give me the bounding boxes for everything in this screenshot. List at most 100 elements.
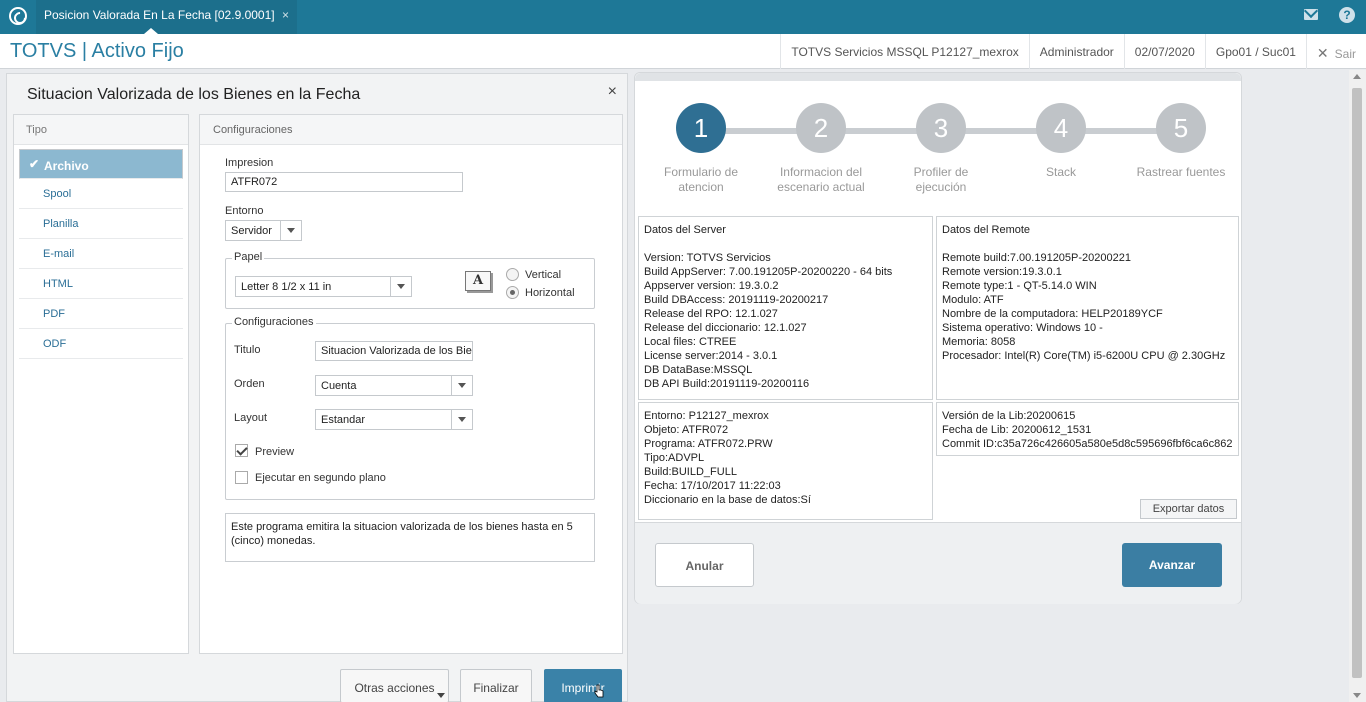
configuraciones-group: Configuraciones Titulo Situacion Valoriz… bbox=[225, 316, 595, 500]
tipo-panel: Tipo ✔ Archivo Spool Planilla E-mail HTM… bbox=[13, 114, 189, 654]
env-line: Entorno: P12127_mexrox bbox=[644, 410, 769, 422]
otras-acciones-label: Otras acciones bbox=[354, 681, 435, 695]
otras-acciones-button[interactable]: Otras acciones bbox=[340, 669, 449, 702]
scroll-up-icon[interactable] bbox=[1353, 74, 1361, 79]
papel-value: Letter 8 1/2 x 11 in bbox=[241, 281, 332, 293]
exit-button[interactable]: ✕ Sair bbox=[1305, 34, 1366, 69]
anular-button[interactable]: Anular bbox=[655, 543, 754, 587]
remote-line: Remote build:7.00.191205P-20200221 bbox=[942, 252, 1131, 264]
remote-box-title: Datos del Remote bbox=[942, 224, 1031, 236]
impresion-input[interactable]: ATFR072 bbox=[225, 172, 463, 192]
totvs-logo-icon[interactable] bbox=[9, 7, 27, 25]
background-checkbox[interactable] bbox=[235, 471, 248, 484]
tipo-item-archivo[interactable]: ✔ Archivo bbox=[19, 149, 183, 179]
orden-select[interactable]: Cuenta bbox=[315, 375, 473, 396]
server-line: Build DBAccess: 20191119-20200217 bbox=[644, 294, 829, 306]
tipo-item-email[interactable]: E-mail bbox=[19, 239, 183, 269]
scroll-thumb[interactable] bbox=[1352, 88, 1362, 678]
titulo-input[interactable]: Situacion Valorizada de los Bienes bbox=[315, 341, 473, 361]
preview-label: Preview bbox=[255, 446, 295, 458]
check-icon: ✔ bbox=[29, 157, 40, 171]
server-line: DB DataBase:MSSQL bbox=[644, 364, 753, 376]
print-dialog: Situacion Valorizada de los Bienes en la… bbox=[6, 73, 628, 702]
horizontal-label: Horizontal bbox=[525, 287, 575, 299]
step-3[interactable]: 3 bbox=[916, 103, 966, 153]
preview-checkbox[interactable] bbox=[235, 444, 248, 457]
imprimir-button[interactable]: Imprimir bbox=[544, 669, 622, 702]
help-icon[interactable]: ? bbox=[1339, 7, 1355, 23]
system-date[interactable]: 02/07/2020 bbox=[1123, 34, 1205, 69]
tipo-item-odf[interactable]: ODF bbox=[19, 329, 183, 359]
server-line: Local files: CTREE bbox=[644, 336, 737, 348]
server-info[interactable]: TOTVS Servicios MSSQL P12127_mexrox bbox=[780, 34, 1028, 69]
horizontal-radio[interactable] bbox=[506, 286, 519, 299]
orden-label: Orden bbox=[234, 378, 265, 390]
tipo-item-html[interactable]: HTML bbox=[19, 269, 183, 299]
step-2-label: Informacion del escenario actual bbox=[777, 165, 865, 194]
chevron-down-icon bbox=[280, 221, 301, 240]
tab-title: Posicion Valorada En La Fecha [02.9.0001… bbox=[44, 8, 275, 22]
environment-box: Entorno: P12127_mexrox Objeto: ATFR072 P… bbox=[638, 402, 933, 520]
step-1-label: Formulario de atencion bbox=[663, 165, 739, 194]
orden-value: Cuenta bbox=[321, 380, 357, 392]
env-line: Objeto: ATFR072 bbox=[644, 424, 729, 436]
server-line: Appserver version: 19.3.0.2 bbox=[644, 280, 779, 292]
env-line: Diccionario en la base de datos:Sí bbox=[644, 494, 811, 506]
remote-line: Procesador: Intel(R) Core(TM) i5-6200U C… bbox=[942, 350, 1226, 362]
tipo-item-planilla[interactable]: Planilla bbox=[19, 209, 183, 239]
tipo-item-spool[interactable]: Spool bbox=[19, 179, 183, 209]
avanzar-button[interactable]: Avanzar bbox=[1122, 543, 1222, 587]
server-line: License server:2014 - 3.0.1 bbox=[644, 350, 778, 362]
server-box-title: Datos del Server bbox=[644, 224, 726, 236]
page-scrollbar[interactable] bbox=[1349, 70, 1366, 702]
panel-top-stripe bbox=[635, 73, 1241, 81]
chevron-down-icon bbox=[390, 277, 411, 296]
step-3-label: Profiler de ejecución bbox=[913, 165, 969, 194]
finalizar-button[interactable]: Finalizar bbox=[460, 669, 532, 702]
app-title: TOTVS | Activo Fijo bbox=[10, 40, 184, 62]
server-line: Build AppServer: 7.00.191205P-20200220 -… bbox=[644, 266, 893, 278]
dialog-title: Situacion Valorizada de los Bienes en la… bbox=[27, 86, 361, 103]
chevron-down-icon bbox=[437, 693, 445, 698]
step-4[interactable]: 4 bbox=[1036, 103, 1086, 153]
program-description: Este programa emitira la situacion valor… bbox=[225, 513, 595, 562]
tipo-item-pdf[interactable]: PDF bbox=[19, 299, 183, 329]
step-2[interactable]: 2 bbox=[796, 103, 846, 153]
wizard-footer: Anular Avanzar bbox=[635, 522, 1241, 604]
hand-cursor-icon bbox=[594, 684, 604, 698]
layout-value: Estandar bbox=[321, 414, 366, 426]
scroll-down-icon[interactable] bbox=[1353, 693, 1361, 698]
close-icon: ✕ bbox=[1316, 45, 1329, 61]
exit-label: Sair bbox=[1334, 47, 1356, 61]
env-line: Tipo:ADVPL bbox=[644, 452, 705, 464]
chevron-down-icon bbox=[451, 410, 472, 429]
export-data-button[interactable]: Exportar datos bbox=[1140, 499, 1237, 519]
env-line: Programa: ATFR072.PRW bbox=[644, 438, 773, 450]
lib-line: Fecha de Lib: 20200612_1531 bbox=[942, 424, 1092, 436]
step-1[interactable]: 1 bbox=[676, 103, 726, 153]
dialog-close-icon[interactable]: × bbox=[608, 83, 617, 101]
lib-line: Commit ID:c35a726c426605a580e5d8c595696f… bbox=[942, 438, 1233, 450]
layout-select[interactable]: Estandar bbox=[315, 409, 473, 430]
step-5[interactable]: 5 bbox=[1156, 103, 1206, 153]
vertical-radio[interactable] bbox=[506, 268, 519, 281]
user-name[interactable]: Administrador bbox=[1028, 34, 1124, 69]
remote-line: Memoria: 8058 bbox=[942, 336, 1016, 348]
remote-line: Nombre de la computadora: HELP20189YCF bbox=[942, 308, 1163, 320]
tab-close-icon[interactable]: × bbox=[282, 8, 289, 22]
impresion-label: Impresion bbox=[225, 157, 274, 169]
entorno-value: Servidor bbox=[231, 225, 272, 237]
step-5-label: Rastrear fuentes bbox=[1136, 165, 1226, 179]
config-header: Configuraciones bbox=[200, 115, 622, 145]
remote-line: Sistema operativo: Windows 10 - bbox=[942, 322, 1103, 334]
papel-select[interactable]: Letter 8 1/2 x 11 in bbox=[235, 276, 412, 297]
app-header: TOTVS | Activo Fijo TOTVS Servicios MSSQ… bbox=[0, 34, 1366, 69]
group-branch[interactable]: Gpo01 / Suc01 bbox=[1204, 34, 1306, 69]
server-line: DB API Build:20191119-20200116 bbox=[644, 378, 810, 390]
mail-icon[interactable] bbox=[1304, 9, 1318, 20]
tab-posicion-valorada[interactable]: Posicion Valorada En La Fecha [02.9.0001… bbox=[36, 0, 297, 34]
chevron-down-icon bbox=[451, 376, 472, 395]
entorno-select[interactable]: Servidor bbox=[225, 220, 302, 241]
env-line: Build:BUILD_FULL bbox=[644, 466, 737, 478]
